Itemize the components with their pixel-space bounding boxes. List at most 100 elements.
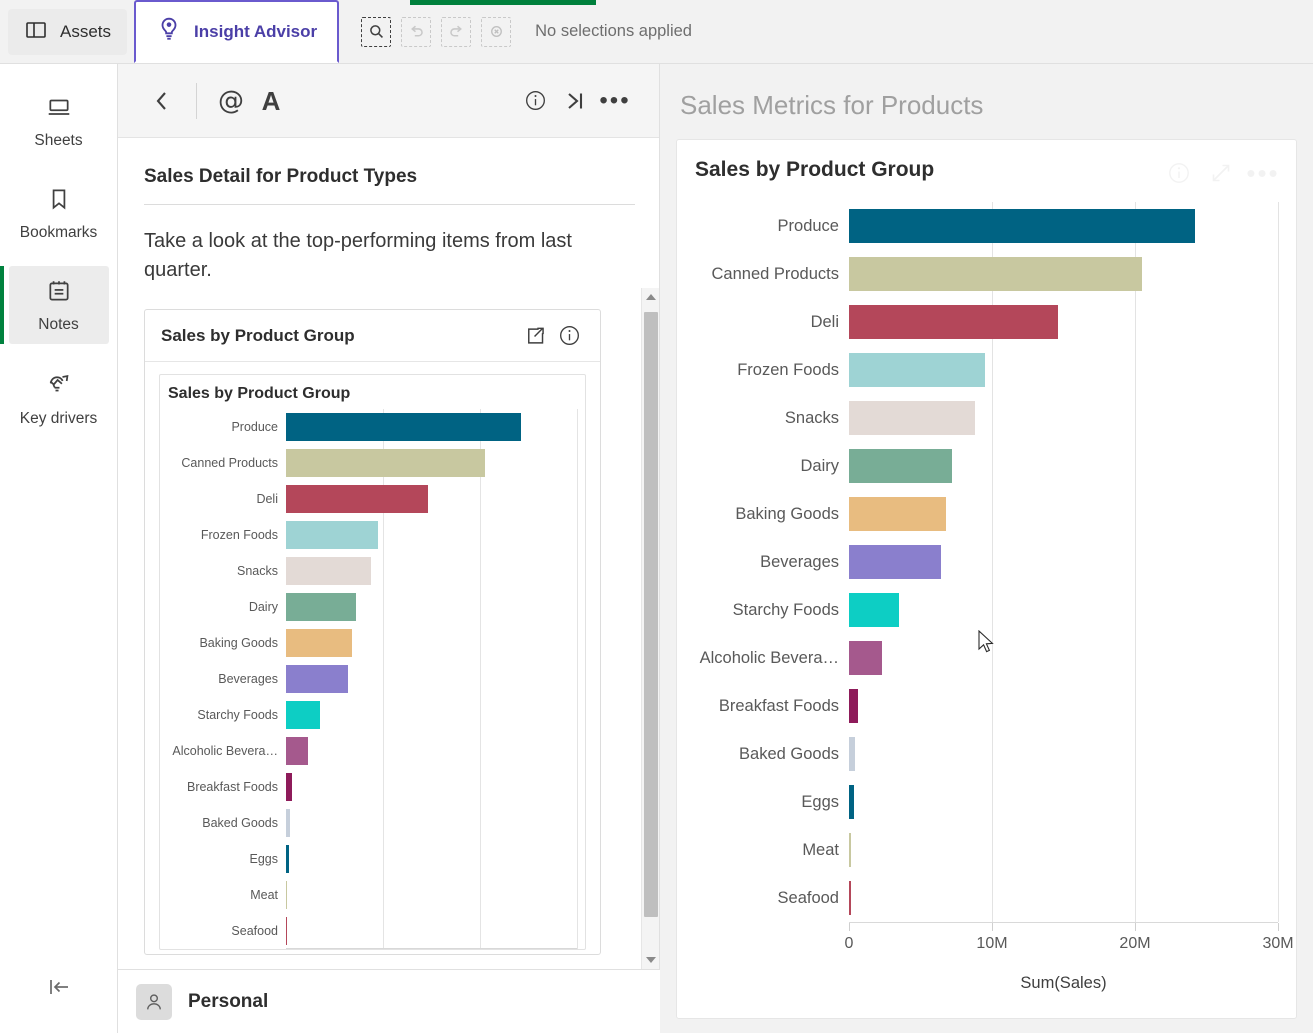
bar-row[interactable]: Eggs [168,841,578,877]
bar[interactable] [849,641,882,675]
tab-insight-advisor[interactable]: Insight Advisor [134,0,340,63]
share-icon[interactable] [518,319,552,353]
bar[interactable] [849,785,854,819]
bar-row[interactable]: Frozen Foods [689,346,1279,394]
bar-row[interactable]: Baked Goods [689,730,1279,778]
more-icon[interactable]: ••• [1246,158,1278,188]
gridline [480,913,481,949]
bar[interactable] [849,449,952,483]
more-icon: ••• [599,86,631,114]
main-chart-title: Sales by Product Group [695,158,935,181]
text-format-button[interactable]: A [251,81,291,121]
note-scrollbar[interactable] [641,288,659,969]
step-forward-icon[interactable] [441,16,472,47]
sidebar-item-key-drivers[interactable]: Key drivers [9,358,109,438]
bar[interactable] [286,701,320,729]
bar[interactable] [849,209,1196,243]
bar[interactable] [849,545,941,579]
info-icon[interactable] [1164,158,1194,188]
bar[interactable] [849,737,855,771]
bar-row[interactable]: Deli [168,481,578,517]
bar-row[interactable]: Produce [689,202,1279,250]
sidebar-item-sheets[interactable]: Sheets [9,82,109,160]
bar-row[interactable]: Baked Goods [168,805,578,841]
bar-row[interactable]: Dairy [689,442,1279,490]
bar-row[interactable]: Canned Products [168,445,578,481]
bar[interactable] [286,593,356,621]
bar-row[interactable]: Seafood [168,913,578,949]
bar-track [286,769,578,805]
bar-row[interactable]: Meat [168,877,578,913]
bar-row[interactable]: Alcoholic Bevera… [689,634,1279,682]
bar-track [286,409,578,445]
bar[interactable] [286,665,349,693]
bar-row[interactable]: Alcoholic Bevera… [168,733,578,769]
clear-selections-icon[interactable] [481,16,512,47]
gridline [383,769,384,805]
bar[interactable] [286,809,290,837]
bar[interactable] [849,353,985,387]
sidebar-item-label: Bookmarks [19,224,98,241]
expand-icon[interactable] [1206,158,1236,188]
note-collapse-button[interactable] [555,81,595,121]
bar[interactable] [286,881,288,909]
bar-row[interactable]: Frozen Foods [168,517,578,553]
bar-row[interactable]: Seafood [689,874,1279,922]
note-text[interactable]: Take a look at the top-performing items … [118,205,659,303]
bar[interactable] [286,629,352,657]
bar-row[interactable]: Deli [689,298,1279,346]
bar[interactable] [286,413,521,441]
bar-row[interactable]: Baking Goods [689,490,1279,538]
bar[interactable] [849,497,947,531]
bar-row[interactable]: Snacks [689,394,1279,442]
bar[interactable] [286,773,292,801]
scrollbar-thumb[interactable] [644,312,658,917]
embedded-bar-chart-plot[interactable]: Produce Canned Products Deli Frozen Foods Sn… [168,409,578,949]
bar[interactable] [849,689,858,723]
x-axis-ticks: 0 10M 20M 30M [845,923,1294,963]
bar-row[interactable]: Eggs [689,778,1279,826]
bar[interactable] [286,917,288,945]
bar[interactable] [849,881,851,915]
bar-row[interactable]: Dairy [168,589,578,625]
mention-button[interactable]: @ [211,81,251,121]
bar[interactable] [849,401,975,435]
bar-row[interactable]: Beverages [168,661,578,697]
bar[interactable] [286,449,485,477]
bar-row[interactable]: Breakfast Foods [168,769,578,805]
top-bar: Assets Insight Advisor No selections app… [0,0,1313,64]
avatar[interactable] [136,983,172,1020]
info-icon[interactable] [552,319,586,353]
collapse-rail-button[interactable] [0,976,118,1003]
bar[interactable] [849,593,900,627]
bar[interactable] [286,521,379,549]
bar-row[interactable]: Starchy Foods [689,586,1279,634]
gridline [1278,394,1279,442]
bar-row[interactable]: Starchy Foods [168,697,578,733]
sidebar-item-notes[interactable]: Notes [0,266,109,344]
bar[interactable] [286,485,428,513]
step-back-icon[interactable] [401,16,432,47]
note-info-button[interactable] [515,81,555,121]
bar-row[interactable]: Baking Goods [168,625,578,661]
bar-row[interactable]: Beverages [689,538,1279,586]
scroll-up-icon[interactable] [642,288,659,306]
bar[interactable] [849,833,851,867]
bar[interactable] [286,557,372,585]
bar-row[interactable]: Breakfast Foods [689,682,1279,730]
main-bar-chart-plot[interactable]: Produce Canned Products Deli Frozen Foods Sn… [689,202,1294,992]
bar-row[interactable]: Meat [689,826,1279,874]
note-more-button[interactable]: ••• [595,81,635,121]
note-back-button[interactable] [142,81,182,121]
bar-row[interactable]: Produce [168,409,578,445]
scroll-down-icon[interactable] [642,951,659,969]
bar-row[interactable]: Snacks [168,553,578,589]
selection-search-icon[interactable] [361,16,392,47]
sidebar-item-bookmarks[interactable]: Bookmarks [9,174,109,252]
bar-row[interactable]: Canned Products [689,250,1279,298]
bar[interactable] [286,845,290,873]
assets-button[interactable]: Assets [8,9,128,55]
bar[interactable] [286,737,309,765]
bar[interactable] [849,305,1058,339]
bar[interactable] [849,257,1143,291]
